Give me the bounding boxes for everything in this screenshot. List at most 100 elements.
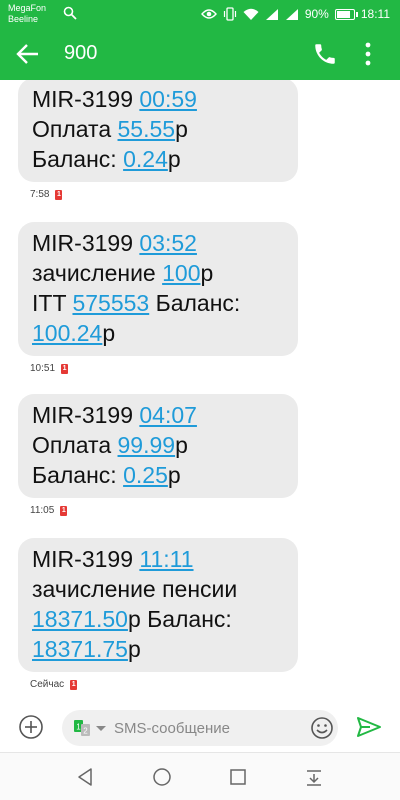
status-bar: MegaFon Beeline 90% 18:11 xyxy=(0,0,400,28)
phone-icon[interactable] xyxy=(312,40,338,68)
message-link[interactable]: 18371.50 xyxy=(32,606,128,632)
message-link[interactable]: 100 xyxy=(162,260,200,286)
message-text: Оплата xyxy=(32,116,118,142)
message-line: 18371.75р xyxy=(32,634,286,664)
message-item[interactable]: MIR-3199 11:11 зачисление пенсии 18371.50р… xyxy=(18,538,298,690)
message-link[interactable]: 00:59 xyxy=(139,86,197,112)
message-text: MIR-3199 xyxy=(32,402,140,428)
send-icon[interactable] xyxy=(356,716,382,738)
message-item[interactable]: MIR-3199 04:07 Оплата 99.99р Баланс: 0.25р… xyxy=(18,394,298,516)
message-line: MIR-3199 00:59 xyxy=(32,84,286,114)
navigation-bar xyxy=(0,752,400,800)
message-bubble[interactable]: MIR-3199 11:11 зачисление пенсии 18371.50р… xyxy=(18,538,298,672)
more-vert-icon[interactable] xyxy=(358,40,378,68)
sim-select-icon[interactable]: 1 2 xyxy=(74,719,108,737)
message-text: р xyxy=(127,636,141,662)
sms-input[interactable] xyxy=(114,710,310,746)
vibrate-icon xyxy=(223,7,236,21)
message-text: Оплата xyxy=(32,432,118,458)
message-item[interactable]: MIR-3199 00:59 Оплата 55.55р Баланс: 0.24р… xyxy=(18,80,298,200)
nav-notifications-icon[interactable] xyxy=(304,767,324,787)
signal-2-icon xyxy=(285,8,298,20)
message-line: ITT 575553 Баланс: xyxy=(32,288,286,318)
message-link[interactable]: 03:52 xyxy=(139,230,197,256)
message-link[interactable]: 0.25 xyxy=(123,462,168,488)
sim-indicator: 1 xyxy=(70,679,78,690)
message-text: р xyxy=(167,462,181,488)
message-text: р xyxy=(102,320,116,346)
message-text: MIR-3199 xyxy=(32,86,140,112)
message-line: 18371.50р Баланс: xyxy=(32,604,286,634)
message-meta: 11:05 1 xyxy=(30,505,298,516)
eye-icon xyxy=(200,9,217,19)
message-text: р xyxy=(167,146,181,172)
signal-icon xyxy=(265,8,278,20)
message-line: Оплата 55.55р xyxy=(32,114,286,144)
message-bubble[interactable]: MIR-3199 00:59 Оплата 55.55р Баланс: 0.24р xyxy=(18,80,298,182)
back-arrow-icon[interactable] xyxy=(14,40,42,68)
message-line: MIR-3199 11:11 xyxy=(32,544,286,574)
message-text: зачисление пенсии xyxy=(32,576,238,602)
battery-icon xyxy=(334,8,358,20)
nav-back-icon[interactable] xyxy=(76,767,96,787)
sim-indicator: 1 xyxy=(60,505,68,516)
message-text: р xyxy=(200,260,214,286)
message-link[interactable]: 99.99 xyxy=(118,432,176,458)
message-meta: 10:51 1 xyxy=(30,363,298,374)
status-time: 18:11 xyxy=(360,7,390,21)
nav-home-icon[interactable] xyxy=(152,767,172,787)
message-text: ITT xyxy=(32,290,73,316)
message-line: MIR-3199 03:52 xyxy=(32,228,286,258)
conversation-title: 900 xyxy=(64,42,98,64)
message-link[interactable]: 18371.75 xyxy=(32,636,128,662)
sim-indicator: 1 xyxy=(55,189,63,200)
message-meta: Сейчас 1 xyxy=(30,679,298,690)
message-meta: 7:58 1 xyxy=(30,189,298,200)
message-text: MIR-3199 xyxy=(32,546,140,572)
sim-indicator: 1 xyxy=(61,363,69,374)
compose-bar: 1 2 xyxy=(0,700,400,752)
message-line: MIR-3199 04:07 xyxy=(32,400,286,430)
message-link[interactable]: 55.55 xyxy=(118,116,176,142)
message-time: 10:51 xyxy=(30,363,56,374)
carrier-1: MegaFon xyxy=(8,3,47,13)
message-bubble[interactable]: MIR-3199 04:07 Оплата 99.99р Баланс: 0.25р xyxy=(18,394,298,498)
app-bar: 900 xyxy=(0,28,400,80)
message-link[interactable]: 575553 xyxy=(72,290,149,316)
carrier-info: MegaFon Beeline xyxy=(8,3,46,25)
message-line: зачисление 100р xyxy=(32,258,286,288)
message-line: Оплата 99.99р xyxy=(32,430,286,460)
message-time: 11:05 xyxy=(30,505,55,516)
sim-2-label: 2 xyxy=(83,727,88,736)
message-input-container[interactable]: 1 2 xyxy=(62,710,338,746)
message-line: Баланс: 0.25р xyxy=(32,460,286,490)
message-text: р xyxy=(175,432,188,458)
message-bubble[interactable]: MIR-3199 03:52 зачисление 100р ITT 575553 … xyxy=(18,222,298,356)
wifi-icon xyxy=(243,8,259,20)
add-circle-icon[interactable] xyxy=(18,714,44,740)
message-text: Баланс: xyxy=(32,146,124,172)
nav-recent-icon[interactable] xyxy=(228,767,248,787)
message-line: 100.24р xyxy=(32,318,286,348)
message-list[interactable]: MIR-3199 00:59 Оплата 55.55р Баланс: 0.24р… xyxy=(0,80,400,700)
sim-1-label: 1 xyxy=(76,723,81,732)
message-text: Баланс: xyxy=(149,290,241,316)
message-line: Баланс: 0.24р xyxy=(32,144,286,174)
message-item[interactable]: MIR-3199 03:52 зачисление 100р ITT 575553 … xyxy=(18,222,298,374)
search-icon xyxy=(63,6,77,20)
message-link[interactable]: 0.24 xyxy=(123,146,168,172)
message-text: MIR-3199 xyxy=(32,230,140,256)
message-link[interactable]: 04:07 xyxy=(139,402,197,428)
status-icons: 90% 18:11 xyxy=(200,5,390,23)
message-link[interactable]: 100.24 xyxy=(32,320,102,346)
emoji-icon[interactable] xyxy=(310,716,334,740)
message-text: зачисление xyxy=(32,260,163,286)
message-link[interactable]: 11:11 xyxy=(139,546,193,572)
message-time: 7:58 xyxy=(30,189,50,200)
message-text: р Баланс: xyxy=(127,606,232,632)
battery-fill xyxy=(336,10,351,18)
message-time: Сейчас xyxy=(30,679,65,690)
message-text: р xyxy=(175,116,188,142)
battery-percent: 90% xyxy=(304,7,329,21)
message-line: зачисление пенсии xyxy=(32,574,286,604)
